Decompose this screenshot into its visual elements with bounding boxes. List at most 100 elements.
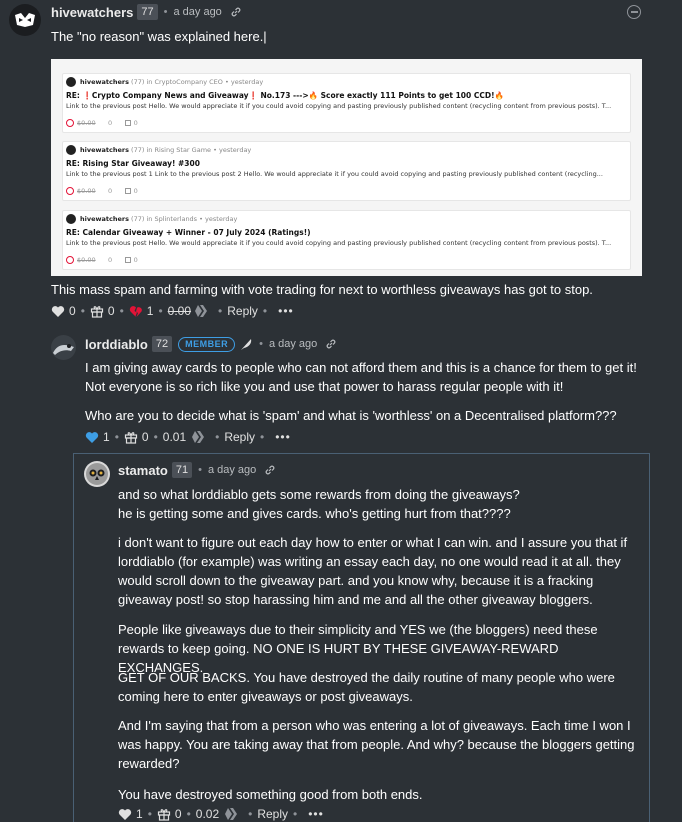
comment-text: And I'm saying that from a person who wa… (118, 718, 635, 771)
card-context: (77) in CryptoCompany CEO • yesterday (131, 78, 264, 86)
more-menu-button[interactable]: ••• (278, 304, 294, 318)
comment-header: hivewatchers 77 • a day ago (51, 4, 242, 20)
card-payout: $0.00 (77, 187, 96, 195)
link-icon[interactable] (325, 338, 337, 350)
card-title: RE: ❗Crypto Company News and Giveaway❗ N… (66, 91, 504, 100)
comment-text: and so what lorddiablo gets some rewards… (118, 487, 520, 502)
comment-icon (124, 188, 131, 194)
hivewatchers-logo-icon (15, 13, 35, 27)
reputation-badge: 77 (137, 4, 158, 20)
timestamp[interactable]: a day ago (269, 338, 317, 350)
reply-button[interactable]: Reply (227, 304, 258, 318)
lemur-avatar-icon (86, 463, 108, 485)
link-icon[interactable] (230, 6, 242, 18)
avatar (66, 145, 76, 155)
avatar (66, 214, 76, 224)
list-item: hivewatchers (77) in CryptoCompany CEO •… (62, 73, 631, 133)
embedded-screenshot: hivewatchers (77) in CryptoCompany CEO •… (51, 59, 642, 276)
card-context: (77) in Rising Star Game • yesterday (131, 146, 252, 154)
author-name[interactable]: hivewatchers (51, 5, 133, 20)
author-name[interactable]: lorddiablo (85, 337, 148, 352)
gift-icon[interactable] (90, 304, 104, 318)
hive-icon (225, 808, 239, 820)
gift-count[interactable]: 0 (175, 807, 182, 821)
reputation-badge: 72 (151, 336, 173, 352)
card-body: Link to the previous post Hello. We woul… (66, 102, 612, 110)
timestamp[interactable]: a day ago (208, 464, 256, 476)
gift-count[interactable]: 0 (142, 430, 149, 444)
card-comments: 0 (133, 119, 138, 127)
payout-value[interactable]: 0.01 (163, 430, 186, 444)
upvote-icon (66, 256, 74, 264)
upvote-count[interactable]: 1 (136, 807, 143, 821)
heart-icon[interactable] (85, 431, 99, 444)
comment-text: GET OF OUR BACKS. You have destroyed the… (118, 670, 615, 704)
list-item: hivewatchers (77) in Rising Star Game • … (62, 141, 631, 201)
heart-icon[interactable] (118, 808, 132, 821)
card-author: hivewatchers (80, 78, 129, 86)
reputation-badge: 71 (171, 462, 193, 478)
card-comments: 0 (133, 187, 138, 195)
comment-text: This mass spam and farming with vote tra… (51, 282, 593, 297)
card-context: (77) in Splinterlands • yesterday (131, 215, 238, 223)
hive-icon (192, 431, 206, 443)
downvote-count[interactable]: 1 (147, 304, 154, 318)
separator-dot: • (259, 338, 263, 350)
card-votes: 0 (108, 256, 113, 264)
heart-icon[interactable] (51, 305, 65, 318)
card-payout: $0.00 (77, 256, 96, 264)
comment-actions: 1 • 0 • 0.02 • Reply • ••• (118, 807, 324, 821)
separator-dot: • (198, 464, 202, 476)
separator-dot: • (163, 6, 168, 18)
avatar (66, 77, 76, 87)
upvote-count[interactable]: 0 (69, 304, 76, 318)
card-author: hivewatchers (80, 215, 129, 223)
upvote-count[interactable]: 1 (103, 430, 110, 444)
upvote-icon (66, 187, 74, 195)
comment-icon (124, 257, 131, 263)
card-body: Link to the previous post 1 Link to the … (66, 170, 603, 178)
avatar[interactable] (9, 4, 41, 36)
card-author: hivewatchers (80, 146, 129, 154)
card-title: RE: Rising Star Giveaway! #300 (66, 159, 200, 168)
payout-value[interactable]: 0.02 (196, 807, 219, 821)
card-body: Link to the previous post Hello. We woul… (66, 239, 612, 247)
comment-header: lorddiablo 72 MEMBER • a day ago (85, 336, 337, 352)
gift-count[interactable]: 0 (108, 304, 115, 318)
comment-header: stamato 71 • a day ago (118, 462, 276, 478)
feather-icon (239, 337, 253, 351)
card-payout: $0.00 (77, 119, 96, 127)
avatar[interactable] (84, 461, 110, 487)
link-icon[interactable] (264, 464, 276, 476)
comment-text: I am giving away cards to people who can… (85, 360, 637, 394)
comment-text: Who are you to decide what is 'spam' and… (85, 408, 617, 423)
author-name[interactable]: stamato (118, 463, 168, 478)
comment-actions: 0 • 0 • 1 • 0.00 • Reply • ••• (51, 304, 294, 318)
list-item: hivewatchers (77) in Splinterlands • yes… (62, 210, 631, 270)
user-avatar-icon (53, 344, 74, 355)
comment-text: The "no reason" was explained here.| (51, 29, 267, 44)
payout-value[interactable]: 0.00 (168, 304, 191, 318)
card-comments: 0 (133, 256, 138, 264)
collapse-icon[interactable] (627, 5, 641, 19)
card-title: RE: Calendar Giveaway + Winner - 07 July… (66, 228, 311, 237)
card-votes: 0 (108, 187, 113, 195)
comment-icon (124, 120, 131, 126)
upvote-icon (66, 119, 74, 127)
card-votes: 0 (108, 119, 113, 127)
gift-icon[interactable] (157, 807, 171, 821)
reply-button[interactable]: Reply (224, 430, 255, 444)
comment-text: i don't want to figure out each day how … (118, 535, 628, 607)
broken-heart-icon[interactable] (129, 305, 143, 318)
comment-text: You have destroyed something good from b… (118, 787, 423, 802)
gift-icon[interactable] (124, 430, 138, 444)
comment-actions: 1 • 0 • 0.01 • Reply • ••• (85, 430, 291, 444)
reply-button[interactable]: Reply (257, 807, 288, 821)
member-badge: MEMBER (178, 336, 236, 352)
avatar[interactable] (51, 335, 76, 360)
hive-icon (195, 305, 209, 317)
comment-text: he is getting some and gives cards. who'… (118, 506, 511, 521)
more-menu-button[interactable]: ••• (275, 430, 291, 444)
timestamp[interactable]: a day ago (173, 6, 221, 18)
more-menu-button[interactable]: ••• (308, 807, 324, 821)
